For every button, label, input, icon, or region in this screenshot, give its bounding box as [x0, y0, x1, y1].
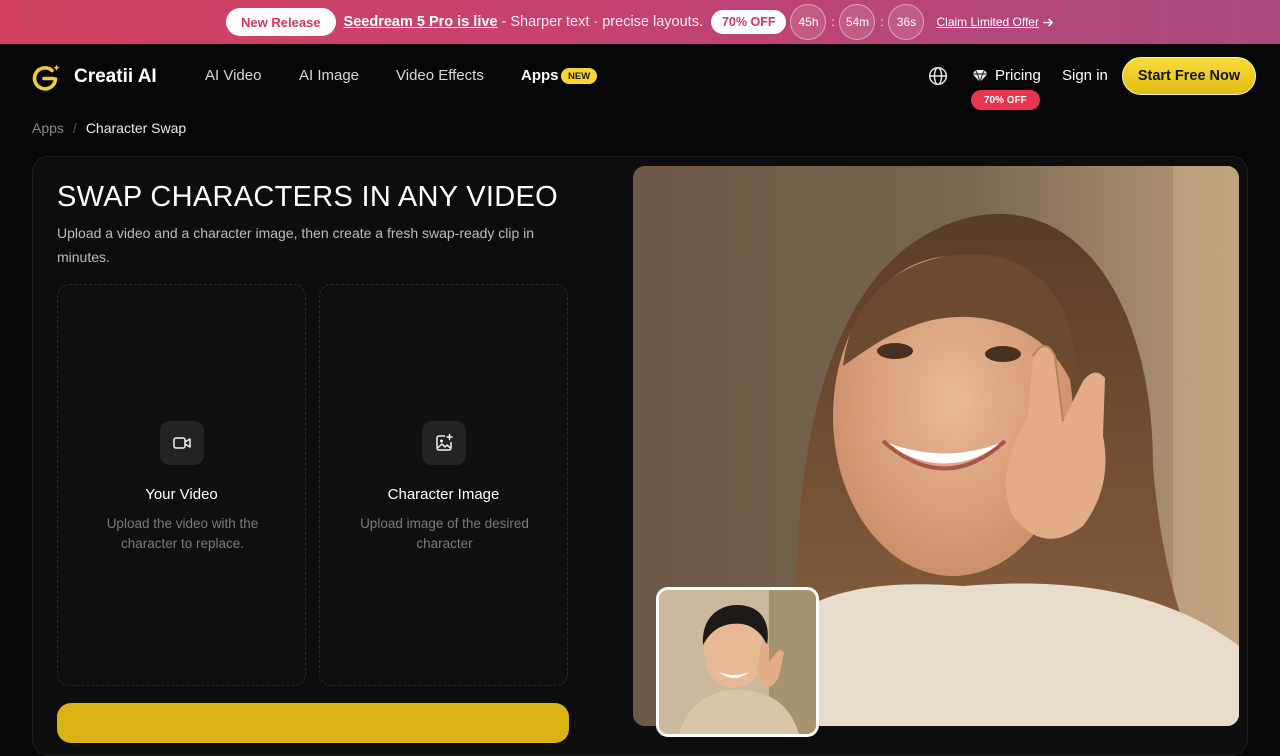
nav-video-effects[interactable]: Video Effects	[396, 67, 484, 84]
promo-message: Seedream 5 Pro is live - Sharper text · …	[344, 14, 703, 30]
breadcrumb-separator: /	[72, 120, 77, 136]
generate-button[interactable]	[57, 703, 569, 743]
breadcrumb: Apps / Character Swap	[32, 120, 186, 136]
breadcrumb-current: Character Swap	[85, 120, 187, 136]
new-release-badge: New Release	[226, 8, 336, 36]
globe-icon[interactable]	[928, 66, 948, 86]
breadcrumb-apps[interactable]: Apps	[32, 120, 64, 136]
arrow-right-icon	[1043, 18, 1053, 26]
video-upload-subtitle: Upload the video with the character to r…	[106, 516, 259, 551]
video-icon-tile	[160, 421, 204, 465]
claim-offer-label: Claim Limited Offer	[936, 15, 1039, 29]
start-free-button[interactable]: Start Free Now	[1122, 57, 1256, 95]
nav-ai-image[interactable]: AI Image	[299, 67, 359, 84]
brand-logo[interactable]: Creatii AI	[30, 61, 157, 93]
pricing-discount-badge: 70% OFF	[971, 90, 1040, 110]
timer-seconds: 36s	[888, 4, 925, 40]
promo-tagline: - Sharper text · precise layouts.	[497, 14, 703, 30]
image-add-icon	[436, 433, 453, 451]
nav-pricing[interactable]: Pricing	[972, 67, 1041, 84]
video-camera-icon	[173, 437, 191, 449]
promo-banner: New Release Seedream 5 Pro is live - Sha…	[0, 0, 1280, 44]
promo-link[interactable]: Seedream 5 Pro is live	[344, 14, 498, 30]
pricing-label: Pricing	[995, 67, 1041, 84]
apps-new-badge: NEW	[561, 68, 598, 84]
character-upload-title: Character Image	[387, 486, 500, 503]
timer-minutes: 54m	[839, 4, 876, 40]
man-portrait-illustration	[659, 590, 816, 734]
promo-discount-badge: 70% OFF	[710, 10, 787, 34]
nav-apps[interactable]: Apps	[521, 67, 559, 84]
image-icon-tile	[422, 421, 466, 465]
character-image-dropzone[interactable]: Character Image Upload image of the desi…	[319, 284, 568, 686]
character-inset-image	[656, 587, 819, 737]
video-upload-title: Your Video	[145, 486, 218, 503]
sign-in-link[interactable]: Sign in	[1062, 67, 1108, 84]
countdown-timer: 45h : 54m : 36s	[790, 4, 925, 40]
timer-hours: 45h	[790, 4, 827, 40]
creatii-logo-icon	[32, 64, 60, 91]
page-description: Upload a video and a character image, th…	[57, 225, 535, 265]
claim-offer-link[interactable]: Claim Limited Offer	[936, 15, 1053, 29]
timer-separator: :	[831, 15, 835, 29]
diamond-icon	[972, 69, 988, 82]
character-upload-subtitle: Upload image of the desired character	[360, 516, 529, 551]
nav-ai-video[interactable]: AI Video	[205, 67, 261, 84]
timer-separator: :	[880, 15, 884, 29]
page-title: SWAP CHARACTERS IN ANY VIDEO	[57, 181, 558, 213]
brand-name: Creatii AI	[74, 66, 157, 87]
video-upload-dropzone[interactable]: Your Video Upload the video with the cha…	[57, 284, 306, 686]
